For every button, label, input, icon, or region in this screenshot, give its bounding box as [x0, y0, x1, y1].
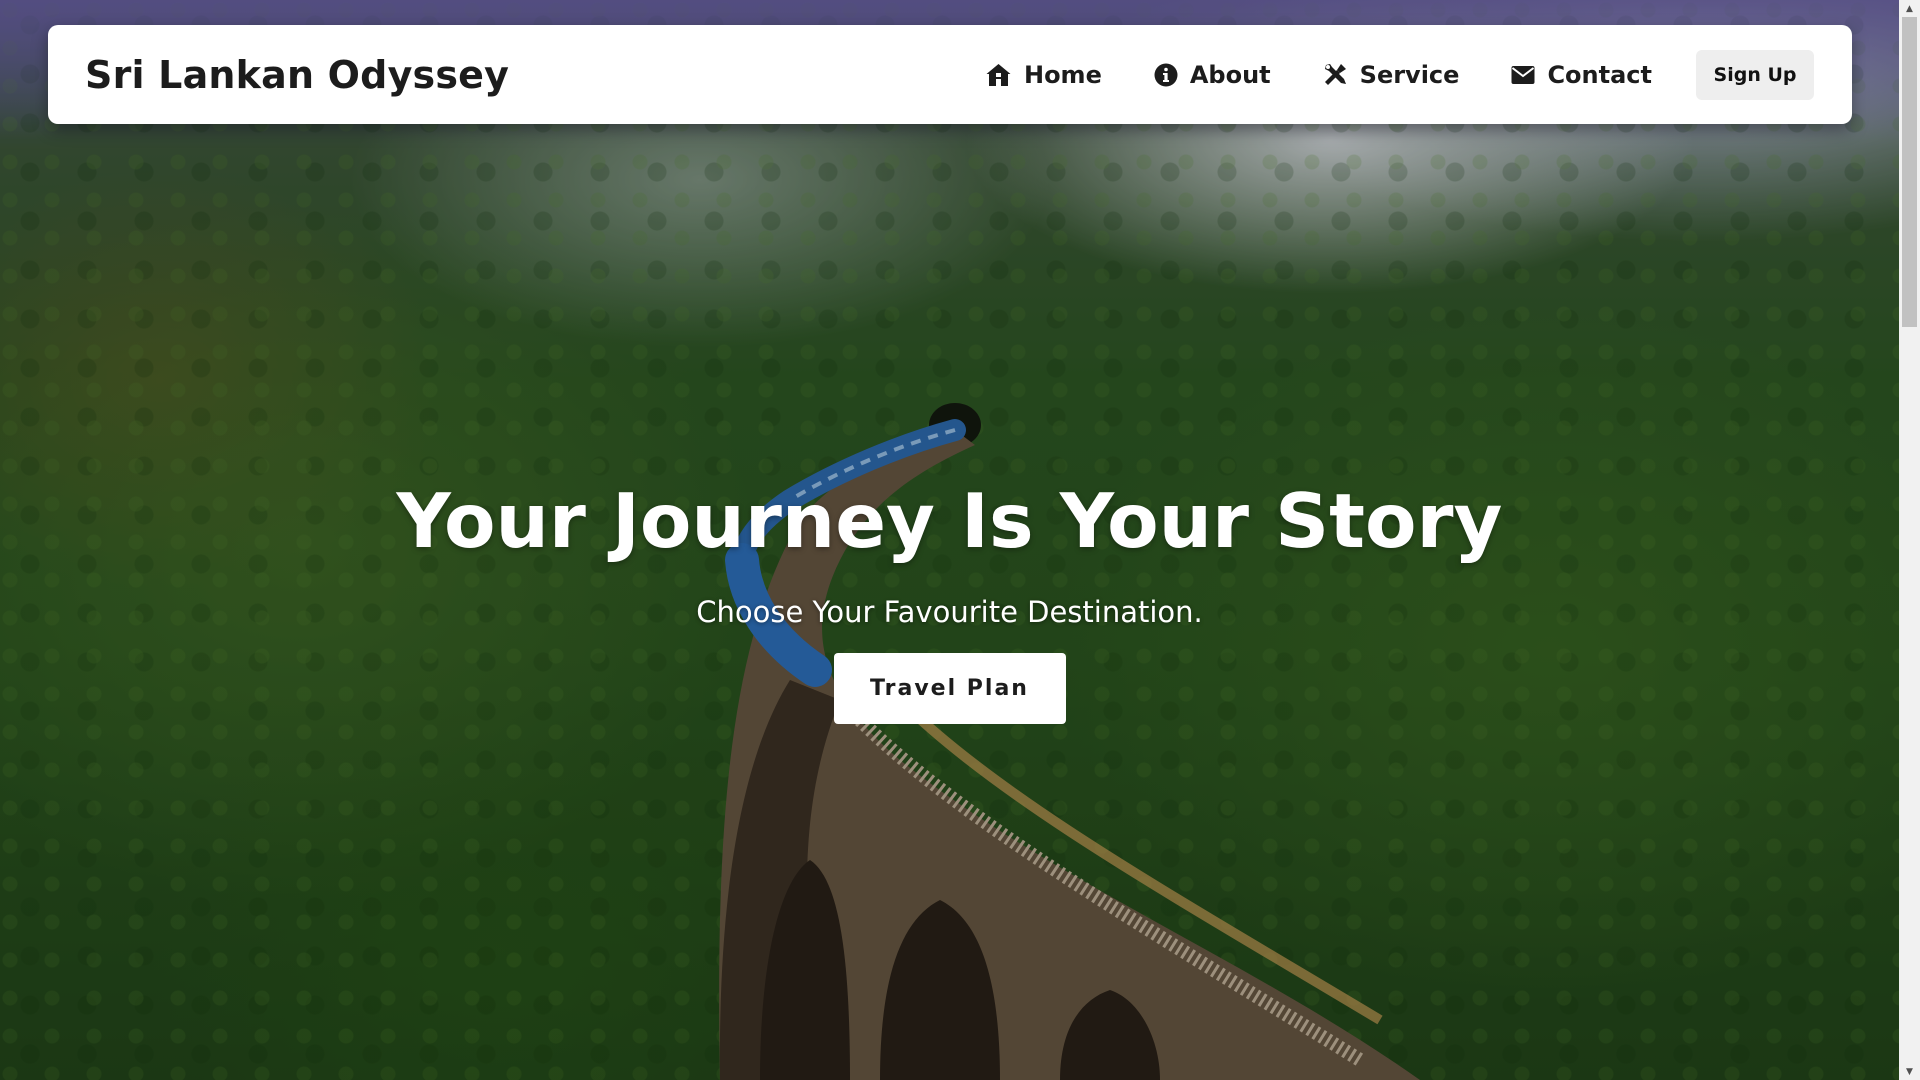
home-icon — [985, 63, 1012, 87]
hero-content: Your Journey Is Your Story Choose Your F… — [0, 480, 1899, 724]
nav-link-about[interactable]: About — [1154, 61, 1271, 89]
scrollbar-thumb[interactable] — [1902, 17, 1917, 327]
nav-link-contact[interactable]: Contact — [1511, 61, 1652, 89]
nav-link-home-label: Home — [1023, 60, 1102, 89]
travel-plan-button[interactable]: Travel Plan — [833, 652, 1066, 724]
sign-up-button[interactable]: Sign Up — [1696, 50, 1814, 100]
nav-link-contact-label: Contact — [1547, 60, 1652, 89]
page-viewport: Sri Lankan Odyssey Home About Service Co… — [0, 0, 1899, 1080]
page-scrollbar[interactable]: ▲ ▼ — [1899, 0, 1920, 1080]
info-icon — [1154, 63, 1178, 87]
nav-link-service-label: Service — [1359, 60, 1460, 89]
envelope-icon — [1511, 65, 1535, 85]
navbar: Sri Lankan Odyssey Home About Service Co… — [48, 25, 1852, 124]
nav-link-home[interactable]: Home — [985, 61, 1102, 89]
nav-link-about-label: About — [1189, 60, 1271, 89]
nav-link-service[interactable]: Service — [1323, 60, 1460, 89]
brand-logo-text[interactable]: Sri Lankan Odyssey — [85, 53, 509, 97]
hero-subtitle: Choose Your Favourite Destination. — [696, 594, 1203, 629]
tools-icon — [1323, 62, 1348, 87]
nav-links: Home About Service Contact — [985, 25, 1652, 124]
scroll-down-arrow-icon[interactable]: ▼ — [1899, 1063, 1920, 1080]
scroll-up-arrow-icon[interactable]: ▲ — [1899, 0, 1920, 17]
hero-title: Your Journey Is Your Story — [396, 477, 1503, 565]
